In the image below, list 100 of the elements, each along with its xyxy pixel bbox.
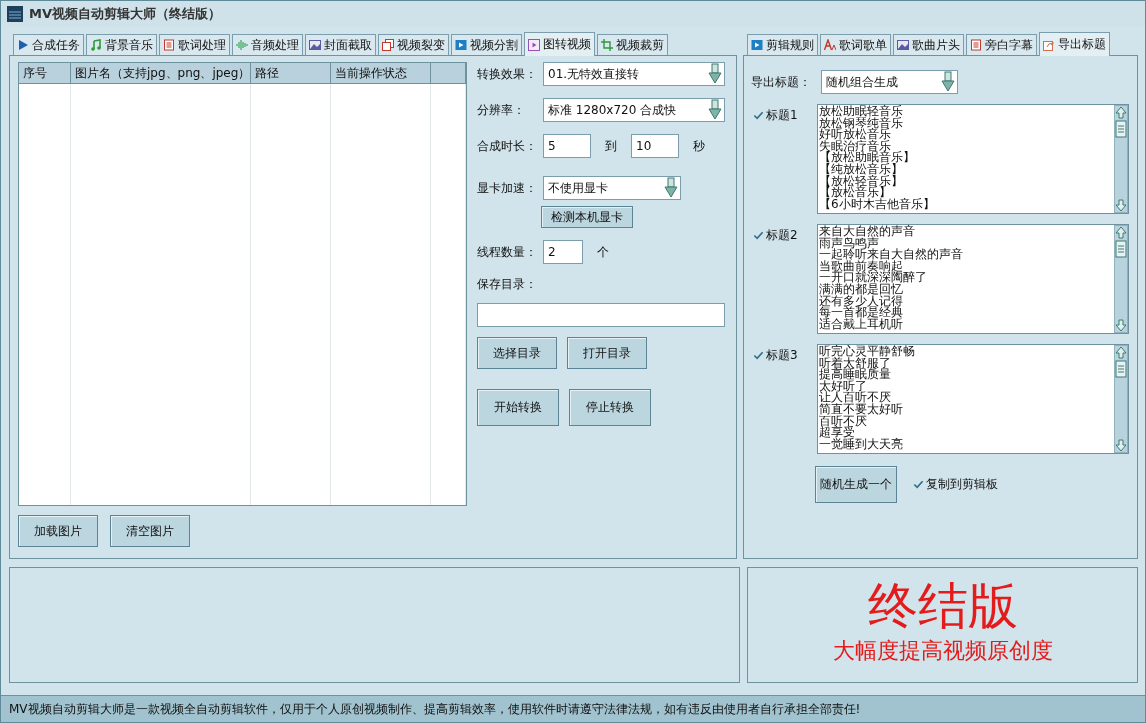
- text-line: 【纯放松音乐】: [819, 163, 903, 176]
- field-label: 保存目录：: [477, 276, 537, 293]
- music-note-icon: [90, 39, 102, 51]
- text-line: 【6小时木吉他音乐】: [819, 198, 935, 211]
- text-line: 失眠治疗音乐: [819, 140, 891, 153]
- column-header[interactable]: 路径: [251, 63, 331, 83]
- text-line: 让人百听不厌: [819, 392, 891, 404]
- button[interactable]: 打开目录: [567, 337, 647, 369]
- dropdown-arrow-icon: [708, 63, 722, 85]
- field-label: 分辨率：: [477, 101, 526, 119]
- checkbox-label: 标题1: [766, 106, 798, 124]
- text-line: 还有多少人记得: [819, 295, 904, 308]
- crop-icon: [601, 39, 613, 51]
- film-icon: [751, 39, 763, 51]
- text-line: 满满的都是回忆: [819, 283, 903, 296]
- tab[interactable]: 视频分割: [451, 34, 522, 55]
- button[interactable]: 检测本机显卡: [541, 206, 633, 228]
- button[interactable]: 选择目录: [477, 337, 557, 369]
- tab[interactable]: 视频裂变: [378, 34, 449, 55]
- tab[interactable]: 视频裁剪: [597, 34, 668, 55]
- text-line: 提高睡眠质量: [819, 369, 892, 381]
- text-area[interactable]: 听完心灵平静舒畅 听着太舒服了 提高睡眠质量 太好听了 让人百听不厌 简直不要太好听 百听不厌 超享受 一觉睡到大天亮: [817, 344, 1129, 454]
- tab[interactable]: 音频处理: [232, 34, 303, 55]
- field-label: 线程数量：: [477, 243, 537, 261]
- window-title: MV视频自动剪辑大师（终结版）: [29, 5, 221, 23]
- checkbox[interactable]: [913, 479, 924, 490]
- dropdown[interactable]: 标准 1280x720 合成快: [543, 98, 725, 122]
- audio-wave-icon: [236, 39, 248, 51]
- input-field[interactable]: [477, 303, 725, 327]
- document-icon: [163, 39, 175, 51]
- text-line: 听完心灵平静舒畅: [819, 346, 915, 358]
- checkbox[interactable]: [753, 109, 764, 121]
- text-line: 【放松助眠音乐】: [819, 152, 916, 164]
- tab[interactable]: 图转视频: [524, 32, 595, 56]
- dropdown[interactable]: 随机组合生成: [821, 70, 958, 94]
- field-label: 转换效果：: [477, 65, 537, 83]
- app-icon: [7, 6, 23, 22]
- button[interactable]: 加载图片: [18, 515, 98, 547]
- field-label: 导出标题：: [751, 73, 812, 91]
- column-header[interactable]: 当前操作状态: [331, 63, 431, 83]
- text-line: 一开口就深深陶醉了: [819, 272, 928, 284]
- text-line: 百听不厌: [819, 415, 867, 428]
- tab[interactable]: 歌曲片头: [893, 34, 964, 55]
- tab[interactable]: 合成任务: [13, 34, 84, 55]
- dropdown-arrow-icon: [708, 99, 722, 121]
- tab[interactable]: 旁白字幕: [966, 34, 1037, 55]
- column-header[interactable]: 序号: [19, 63, 71, 83]
- tab[interactable]: 剪辑规则: [747, 34, 818, 55]
- column-header[interactable]: 图片名（支持jpg、png、jpeg）: [71, 63, 251, 83]
- checkbox[interactable]: [753, 229, 764, 241]
- dropdown[interactable]: 01.无特效直接转: [543, 62, 725, 86]
- text-line: 每一首都是经典: [819, 307, 904, 319]
- text-line: 简直不要太好听: [819, 403, 904, 416]
- input-field[interactable]: 5: [543, 134, 591, 158]
- tab[interactable]: 背景音乐: [86, 34, 157, 55]
- text-line: 来自大自然的声音: [819, 226, 916, 238]
- field-label: 合成时长：: [477, 137, 537, 155]
- banner-subline: 大幅度提高视频原创度: [832, 637, 1053, 665]
- letter-a-icon: [824, 39, 836, 51]
- unit-label: 个: [596, 243, 610, 261]
- status-text: MV视频自动剪辑大师是一款视频全自动剪辑软件，仅用于个人原创视频制作、提高剪辑效率，使用软件时请遵守法律法规，如有违反由使用者自行承担全部责任!: [9, 700, 861, 718]
- field-label: 到: [604, 137, 618, 155]
- scrollbar-icon[interactable]: [1114, 105, 1128, 213]
- document-icon: [970, 39, 982, 51]
- play-frame-icon: [528, 38, 540, 51]
- text-line: 超享受: [819, 427, 855, 439]
- checkbox[interactable]: [753, 349, 764, 361]
- text-line: 当歌曲前奏响起: [819, 260, 903, 273]
- image-icon: [309, 39, 321, 51]
- checkbox-label: 标题3: [766, 346, 798, 364]
- text-line: 一起聆听来自大自然的声音: [819, 249, 963, 261]
- text-line: 雨声鸟鸣声: [819, 237, 879, 250]
- button[interactable]: 随机生成一个: [815, 466, 897, 503]
- text-line: 适合戴上耳机听: [819, 318, 904, 331]
- text-line: 好听放松音乐: [819, 129, 891, 141]
- scrollbar-icon[interactable]: [1114, 345, 1128, 453]
- film-icon: [455, 39, 467, 51]
- tab[interactable]: 导出标题: [1039, 32, 1110, 56]
- field-label: 显卡加速：: [477, 179, 537, 197]
- dropdown-arrow-icon: [664, 177, 678, 199]
- dropdown[interactable]: 不使用显卡: [543, 176, 681, 200]
- button[interactable]: 停止转换: [569, 389, 651, 426]
- input-field[interactable]: 2: [543, 240, 583, 264]
- dropdown-arrow-icon: [941, 71, 955, 93]
- text-line: 放松助眠轻音乐: [819, 106, 904, 118]
- scrollbar-icon[interactable]: [1114, 225, 1128, 333]
- share-icon: [1043, 38, 1055, 51]
- button[interactable]: 开始转换: [477, 389, 559, 426]
- copy-icon: [382, 39, 394, 51]
- button[interactable]: 清空图片: [110, 515, 190, 547]
- tab[interactable]: 歌词处理: [159, 34, 230, 55]
- unit-label: 秒: [692, 137, 706, 155]
- text-area[interactable]: 来自大自然的声音 雨声鸟鸣声 一起聆听来自大自然的声音 当歌曲前奏响起 一开口就深深陶醉了 满满的都是回忆 还有多少人记得 每一首都是经典 适合戴上耳机听: [817, 224, 1129, 334]
- tab[interactable]: 歌词歌单: [820, 34, 891, 55]
- play-icon: [17, 39, 29, 51]
- tab[interactable]: 封面截取: [305, 34, 376, 55]
- text-area[interactable]: 放松助眠轻音乐 放松钢琴纯音乐 好听放松音乐 失眠治疗音乐 【放松助眠音乐】 【纯放松音乐】 【放松轻音乐】 【放松音乐】 【6小时木吉他音乐】: [817, 104, 1129, 214]
- checkbox-label: 标题2: [766, 226, 798, 244]
- input-field[interactable]: 10: [631, 134, 679, 158]
- banner-headline: 终结版: [867, 576, 1018, 636]
